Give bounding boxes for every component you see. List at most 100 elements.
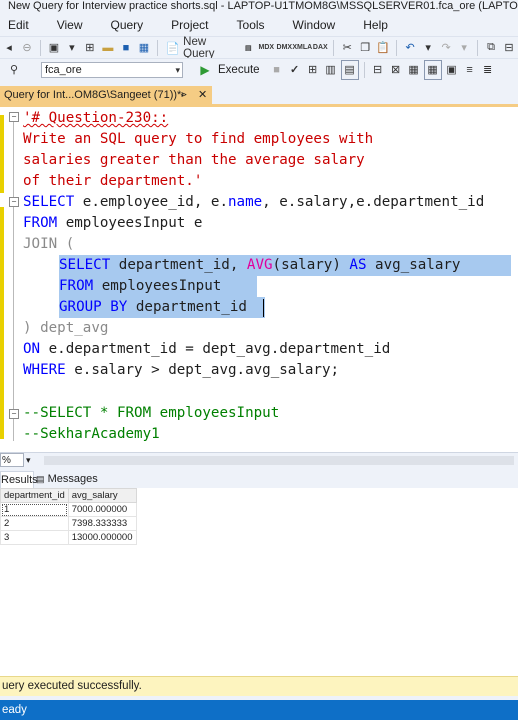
menu-view[interactable]: View [57, 18, 83, 32]
code-keyword: FROM [59, 278, 94, 294]
column-header[interactable]: avg_salary [67, 488, 137, 503]
menu-help[interactable]: Help [363, 18, 388, 32]
table-cell[interactable]: 1 [0, 502, 69, 517]
menu-tools[interactable]: Tools [237, 18, 265, 32]
code-comment: --SELECT * FROM employeesInput [23, 405, 280, 421]
results-grid[interactable]: department_id avg_salary 1 7000.000000 2… [0, 488, 518, 676]
column-header[interactable]: department_id [0, 488, 69, 503]
undo-dropdown-icon[interactable]: ▾ [420, 39, 436, 57]
collapse-icon[interactable]: − [9, 409, 19, 419]
code-text: employeesInput [93, 278, 222, 294]
zoom-select[interactable]: % [0, 453, 24, 467]
client-stats-icon[interactable]: ▦ [406, 61, 422, 79]
dmx-query-icon[interactable]: DMX [276, 39, 293, 57]
menu-query[interactable]: Query [110, 18, 143, 32]
cut-icon[interactable]: ✂ [339, 39, 355, 57]
table-cell[interactable]: 2 [0, 516, 69, 531]
collapse-icon[interactable]: − [9, 112, 19, 122]
save-all-icon[interactable]: ▦ [136, 39, 152, 57]
outline-line [13, 121, 14, 441]
stop-icon[interactable]: ■ [269, 61, 285, 79]
app-status-bar: eady [0, 700, 518, 720]
display-plan-icon[interactable]: ⊞ [305, 61, 321, 79]
tab-results[interactable]: Results [0, 471, 38, 488]
pin-icon[interactable]: ⩺ [181, 86, 187, 104]
table-header-row: department_id avg_salary [0, 488, 137, 503]
change-connection-icon[interactable]: ⚲ [6, 61, 22, 79]
editor-margin: − − − [0, 107, 22, 452]
forward-icon[interactable]: ⊖ [19, 39, 35, 57]
include-plan-icon[interactable]: ⊟ [370, 61, 386, 79]
dax-query-icon[interactable]: DAX [312, 39, 328, 57]
copy-icon[interactable]: ❐ [357, 39, 373, 57]
add-item-icon[interactable]: ⊞ [82, 39, 98, 57]
horizontal-scrollbar[interactable] [44, 456, 514, 465]
database-select[interactable]: fca_ore ▾ [41, 61, 183, 78]
messages-icon: ▤ [36, 474, 45, 484]
redo-dropdown-icon[interactable]: ▾ [456, 39, 472, 57]
results-file-icon[interactable]: ▣ [444, 61, 460, 79]
toolbar-separator [396, 39, 398, 56]
results-table: department_id avg_salary 1 7000.000000 2… [0, 488, 137, 545]
table-cell[interactable]: 7398.333333 [67, 516, 137, 531]
table-row[interactable]: 1 7000.000000 [0, 502, 137, 517]
table-cell[interactable]: 13000.000000 [67, 530, 137, 545]
collapse-icon[interactable]: − [9, 197, 19, 207]
more-icon[interactable]: ⊟ [501, 39, 517, 57]
parse-icon[interactable]: ✓ [287, 61, 303, 79]
xmla-query-icon[interactable]: XMLA [292, 39, 312, 57]
window-title: New Query for Interview practice shorts.… [0, 0, 518, 14]
open-folder-icon[interactable]: ▬ [100, 39, 116, 57]
screenshot-icon[interactable]: ⧉ [483, 39, 499, 57]
code-keyword: FROM [23, 215, 58, 231]
execute-button[interactable]: Execute [218, 61, 260, 79]
code-line: SELECT department_id, AVG(salary) AS avg… [59, 255, 460, 276]
paste-icon[interactable]: 📋 [375, 39, 391, 57]
live-stats-icon[interactable]: ⊠ [388, 61, 404, 79]
table-row[interactable]: 3 13000.000000 [0, 530, 137, 545]
mdx-query-icon[interactable]: MDX [258, 39, 275, 57]
tab-messages[interactable]: ▤ Messages [36, 471, 98, 487]
tab-results-label: Results [1, 474, 38, 486]
results-to-icon[interactable]: ▤ [340, 59, 359, 80]
new-query-button[interactable]: 📄 New Query [166, 35, 233, 60]
database-engine-query-icon[interactable]: ▤ [240, 39, 256, 57]
chevron-down-icon[interactable]: ▾ [26, 453, 31, 468]
results-grid-icon[interactable]: ▦ [423, 59, 442, 80]
comment-icon[interactable]: ≡ [462, 61, 478, 79]
document-tab-strip: Query for Int...OM8G\Sangeet (71))* ⩺ ✕ [0, 80, 518, 104]
query-status-text: uery executed successfully. [2, 680, 142, 692]
close-icon[interactable]: ✕ [198, 86, 207, 104]
table-cell[interactable]: 7000.000000 [67, 502, 137, 517]
code-string: Write an SQL query to find employees wit… [23, 131, 374, 147]
table-row[interactable]: 2 7398.333333 [0, 516, 137, 531]
code-text: e.department_id = dept_avg.department_id [40, 341, 391, 357]
code-function: AVG [246, 257, 273, 273]
standard-toolbar: ◂ ⊖ ▣ ▾ ⊞ ▬ ■ ▦ 📄 New Query ▤ MDX DMX XML… [0, 35, 518, 60]
menu-window[interactable]: Window [293, 18, 336, 32]
save-icon[interactable]: ■ [118, 39, 134, 57]
chevron-down-icon: ▾ [175, 64, 180, 75]
code-string: '# Question-230:: [23, 110, 169, 126]
undo-icon[interactable]: ↶ [402, 39, 418, 57]
menu-edit[interactable]: Edit [8, 18, 29, 32]
uncomment-icon[interactable]: ≣ [480, 61, 496, 79]
code-keyword: JOIN ( [23, 236, 75, 252]
sql-editor[interactable]: − − − '# Question-230:: Write an SQL que… [0, 107, 518, 452]
code-keyword: AS [349, 257, 367, 273]
code-text: e.employee_id, e. [74, 194, 228, 210]
change-indicator [0, 115, 4, 193]
open-file-icon[interactable]: ▾ [64, 39, 80, 57]
text-caret [263, 299, 264, 317]
tab-query[interactable]: Query for Int...OM8G\Sangeet (71))* ⩺ ✕ [0, 86, 212, 104]
new-project-icon[interactable]: ▣ [46, 39, 62, 57]
query-options-icon[interactable]: ▥ [323, 61, 339, 79]
table-cell[interactable]: 3 [0, 530, 69, 545]
toolbar-separator [333, 39, 335, 56]
redo-icon[interactable]: ↷ [438, 39, 454, 57]
code-text: ) dept_avg [23, 320, 109, 336]
menu-project[interactable]: Project [171, 18, 208, 32]
back-icon[interactable]: ◂ [1, 39, 17, 57]
new-query-label: New Query [183, 35, 215, 60]
zoom-bar: % ▾ [0, 452, 518, 469]
